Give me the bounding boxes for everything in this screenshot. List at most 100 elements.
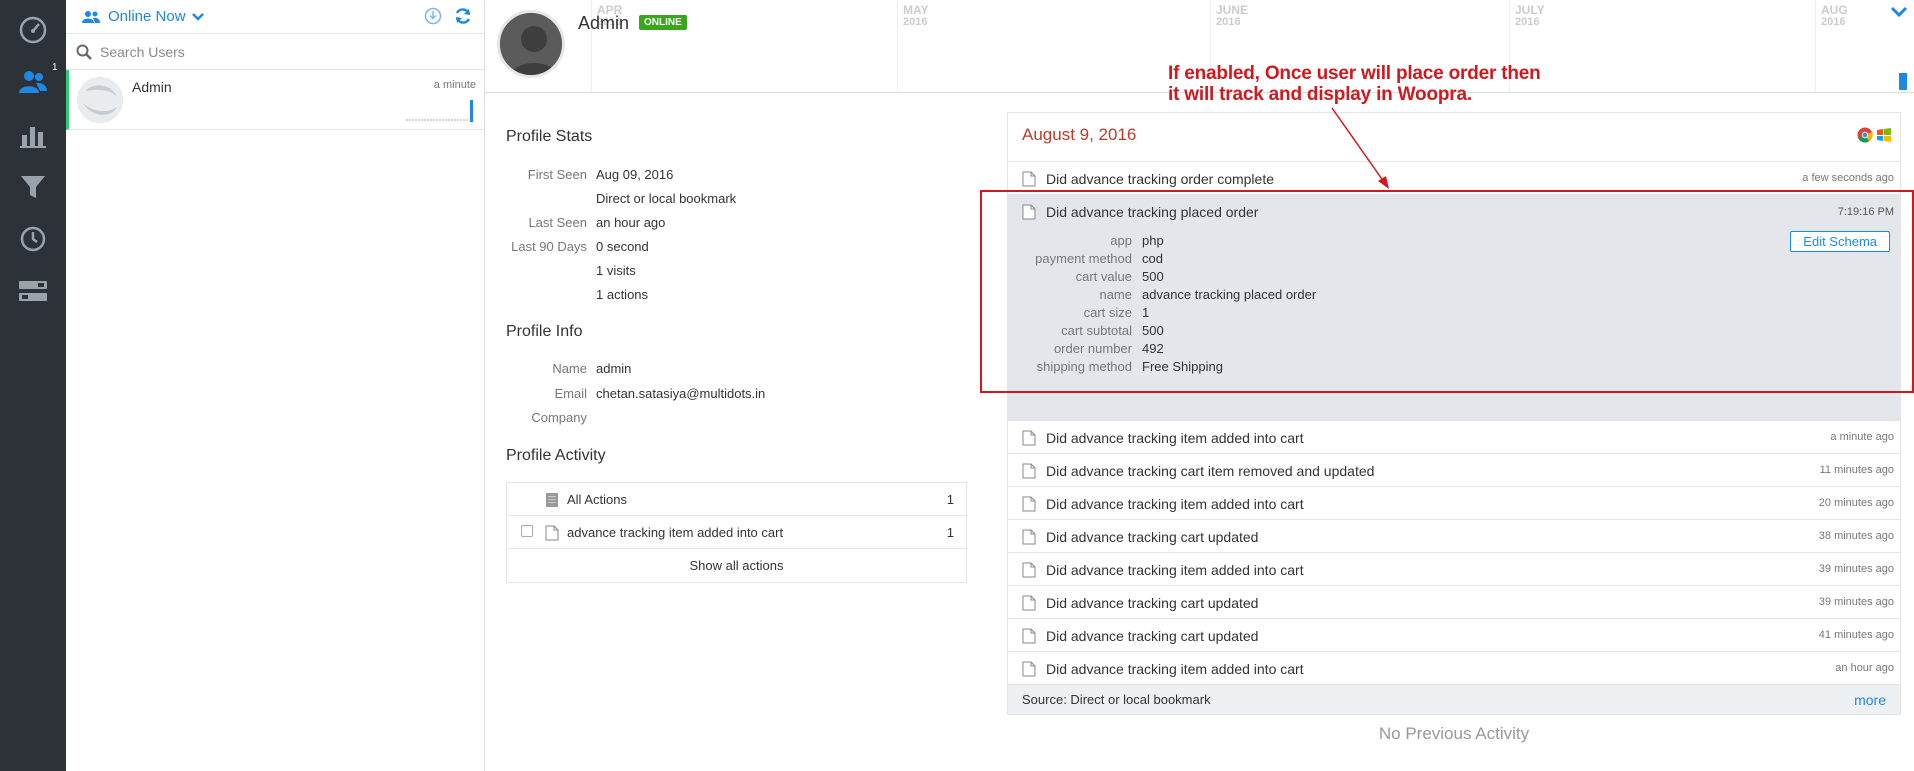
document-icon xyxy=(545,525,559,541)
feed-item[interactable]: Did advance tracking order complete a fe… xyxy=(1008,162,1900,195)
feed-source: Source: Direct or local bookmark more xyxy=(1008,685,1900,714)
feed-item[interactable]: Did advance tracking item added into car… xyxy=(1008,421,1900,454)
online-now-filter[interactable]: Online Now xyxy=(82,8,204,25)
feed-item-title: Did advance tracking item added into car… xyxy=(1046,430,1304,446)
feed-item-title: Did advance tracking order complete xyxy=(1046,171,1275,187)
document-icon xyxy=(546,493,558,507)
feed-item-time: 41 minutes ago xyxy=(1818,629,1894,641)
document-icon xyxy=(1022,496,1036,512)
refresh-icon[interactable] xyxy=(454,7,472,25)
feed-item-time: 38 minutes ago xyxy=(1818,530,1894,542)
annotation-text: If enabled, Once user will place order t… xyxy=(1168,63,1541,105)
activity-count: 1 xyxy=(946,525,954,540)
online-now-label: Online Now xyxy=(108,8,186,25)
toggle-icon[interactable] xyxy=(0,271,66,311)
funnel-icon[interactable] xyxy=(0,167,66,207)
last-seen-label: Last Seen xyxy=(528,215,587,230)
profile-avatar xyxy=(497,10,565,78)
prop-value: 492 xyxy=(1142,341,1164,356)
feed-item-time: 39 minutes ago xyxy=(1818,563,1894,575)
download-icon[interactable] xyxy=(424,7,442,25)
activity-row[interactable]: All Actions 1 xyxy=(507,483,966,516)
annotation-line: If enabled, Once user will place order t… xyxy=(1168,63,1541,84)
activity-label: advance tracking item added into cart xyxy=(567,525,784,540)
document-icon xyxy=(1022,171,1036,187)
prop-key: cart size xyxy=(1083,305,1132,320)
first-seen-source: Direct or local bookmark xyxy=(596,191,737,206)
feed-item[interactable]: Did advance tracking cart updated 41 minu… xyxy=(1008,619,1900,652)
edit-schema-button[interactable]: Edit Schema xyxy=(1790,231,1890,252)
visits-count: 1 visits xyxy=(596,263,636,278)
prop-key: app xyxy=(1110,233,1132,248)
avatar xyxy=(77,77,123,123)
activity-checkbox[interactable] xyxy=(521,525,533,537)
feed-item[interactable]: Did advance tracking item added into car… xyxy=(1008,487,1900,520)
prop-key: cart value xyxy=(1075,269,1132,284)
feed-item-title: Did advance tracking item added into car… xyxy=(1046,562,1304,578)
feed-date-header: August 9, 2016 xyxy=(1008,113,1900,162)
prop-value: cod xyxy=(1142,251,1163,266)
feed-item-title: Did advance tracking cart updated xyxy=(1046,595,1259,611)
feed-item-title: Did advance tracking placed order xyxy=(1046,204,1259,220)
feed-item-time: a minute ago xyxy=(1830,431,1894,443)
profile-activity-table: All Actions 1 advance tracking item adde… xyxy=(506,482,967,583)
bar-chart-icon[interactable] xyxy=(0,115,66,155)
annotation-line: it will track and display in Woopra. xyxy=(1168,84,1472,105)
people-icon xyxy=(82,10,100,23)
windows-icon xyxy=(1877,128,1891,142)
feed-item-title: Did advance tracking item added into car… xyxy=(1046,661,1304,677)
prop-key: order number xyxy=(1053,341,1132,356)
search-row xyxy=(66,34,484,70)
prop-value: php xyxy=(1142,233,1164,248)
show-all-actions-button[interactable]: Show all actions xyxy=(507,549,966,582)
chevron-down-icon xyxy=(191,12,204,21)
prop-key: shipping method xyxy=(1036,359,1132,374)
prop-value: 500 xyxy=(1142,269,1164,284)
users-panel: Online Now Admin a minute xyxy=(66,0,485,771)
feed-item-time: 20 minutes ago xyxy=(1818,497,1894,509)
feed-item-title: Did advance tracking cart item removed a… xyxy=(1046,463,1375,479)
prop-key: payment method xyxy=(1035,251,1132,266)
prop-key: cart subtotal xyxy=(1061,323,1132,338)
timeline-activity-bar xyxy=(1899,73,1907,90)
document-icon xyxy=(1022,430,1036,446)
history-icon[interactable] xyxy=(0,219,66,259)
chevron-down-icon[interactable] xyxy=(1890,6,1908,18)
main-content: APR 2016 MAY 2016 JUNE 2016 JULY 2016 AUG 201… xyxy=(485,0,1914,771)
status-badge: ONLINE xyxy=(639,15,687,30)
feed-item[interactable]: Did advance tracking item added into car… xyxy=(1008,652,1900,685)
document-icon xyxy=(1022,661,1036,677)
name-label: Name xyxy=(552,361,587,376)
feed-item-time: 11 minutes ago xyxy=(1819,464,1894,476)
email-label: Email xyxy=(554,386,587,401)
feed-item[interactable]: Did advance tracking cart item removed a… xyxy=(1008,454,1900,487)
no-previous-activity: No Previous Activity xyxy=(1378,724,1530,743)
dashboard-icon[interactable] xyxy=(0,10,66,50)
activity-row[interactable]: advance tracking item added into cart 1 xyxy=(507,516,966,549)
prop-key: name xyxy=(1099,287,1132,302)
prop-value: Free Shipping xyxy=(1142,359,1223,374)
activity-label: All Actions xyxy=(567,492,627,507)
search-icon xyxy=(76,44,92,60)
profile-info-title: Profile Info xyxy=(506,323,583,340)
document-icon xyxy=(1022,595,1036,611)
actions-count: 1 actions xyxy=(596,287,649,302)
feed-item[interactable]: Did advance tracking item added into car… xyxy=(1008,553,1900,586)
search-users-input[interactable] xyxy=(100,43,460,60)
feed-item[interactable]: Did advance tracking cart updated 38 minu… xyxy=(1008,520,1900,553)
first-seen-label: First Seen xyxy=(527,167,587,182)
feed-item-title: Did advance tracking cart updated xyxy=(1046,628,1259,644)
timeline-month: JULY 2016 xyxy=(1509,0,1809,92)
profile-activity-title: Profile Activity xyxy=(506,447,606,464)
user-name: Admin xyxy=(132,79,172,95)
document-icon xyxy=(1022,562,1036,578)
timeline-month: MAY 2016 xyxy=(897,0,1193,92)
company-label: Company xyxy=(531,410,587,425)
profile-stats-title: Profile Stats xyxy=(506,128,593,145)
feed-item-expanded[interactable]: Did advance tracking placed order 7:19:1… xyxy=(1008,195,1900,421)
more-link[interactable]: more xyxy=(1854,692,1886,708)
users-badge: 1 xyxy=(52,62,58,73)
feed-item-title: Did advance tracking cart updated xyxy=(1046,529,1259,545)
feed-item[interactable]: Did advance tracking cart updated 39 minu… xyxy=(1008,586,1900,619)
user-list-item[interactable]: Admin a minute xyxy=(66,70,484,130)
